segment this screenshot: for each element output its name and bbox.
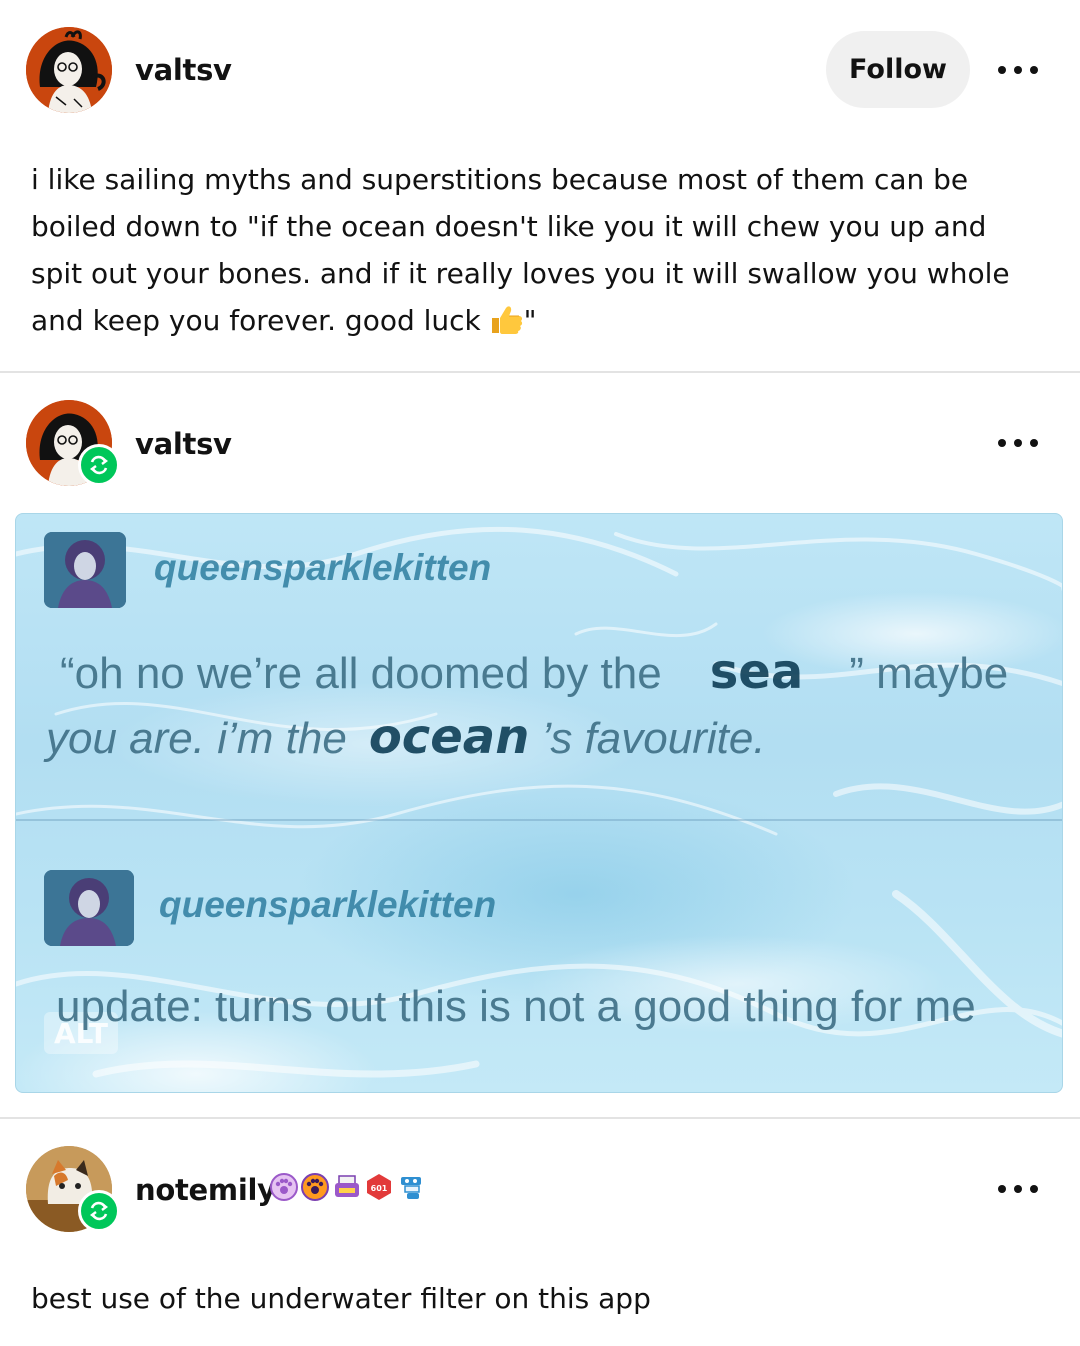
comment-author-name[interactable]: notemily	[135, 1173, 276, 1207]
entry-divider	[16, 819, 1062, 821]
entry-text-update: update: turns out this is not a good thi…	[56, 982, 976, 1031]
post-body-end-quote: "	[523, 304, 537, 337]
entry-text-line-1: “oh no we’re all doomed by the sea ” maybe	[60, 644, 1008, 700]
entry-text-segment: “oh no we’re all doomed by the	[60, 649, 662, 698]
entry-avatar-queensparklekitten	[44, 870, 134, 946]
entry-text-segment: ’s favourite.	[541, 714, 766, 763]
reblog-image[interactable]: queensparklekitten “oh no we’re all doom…	[15, 513, 1063, 1093]
entry-username: queensparklekitten	[154, 547, 492, 588]
entry-highlight-sea: sea	[709, 644, 804, 700]
entry-text-line-2: you are. i’m the ocean’s favourite.	[46, 709, 766, 765]
typewriter-badge-icon[interactable]	[333, 1173, 361, 1201]
post-divider	[0, 371, 1080, 373]
post-author-name[interactable]: valtsv	[135, 53, 232, 87]
reblog-divider	[0, 1117, 1080, 1119]
reblog-badge-icon	[78, 444, 120, 486]
avatar-illustration	[26, 27, 112, 113]
reblog-more-options-icon[interactable]	[998, 433, 1038, 453]
robot-badge-icon[interactable]	[397, 1173, 425, 1201]
comment-body: best use of the underwater filter on thi…	[31, 1282, 651, 1315]
hex-601-badge-icon[interactable]: 601	[365, 1173, 393, 1201]
reblog-badge-icon	[78, 1190, 120, 1232]
follow-button[interactable]: Follow	[826, 31, 970, 108]
entry-username: queensparklekitten	[159, 884, 497, 925]
post-more-options-icon[interactable]	[998, 60, 1038, 80]
entry-text-segment: ” maybe	[849, 649, 1009, 698]
comment-more-options-icon[interactable]	[998, 1179, 1038, 1199]
post-body: i like sailing myths and superstitions b…	[31, 156, 1041, 344]
svg-text:601: 601	[371, 1184, 388, 1193]
entry-text-segment: you are. i’m the	[46, 714, 347, 763]
paw-badge-icon[interactable]	[270, 1173, 298, 1201]
entry-avatar-queensparklekitten	[44, 532, 126, 608]
thumbs-up-icon	[490, 301, 524, 334]
reblog-author-name[interactable]: valtsv	[135, 427, 232, 461]
entry-highlight-ocean: ocean	[368, 709, 530, 765]
avatar-valtsv[interactable]	[26, 27, 112, 113]
paw-orange-badge-icon[interactable]	[301, 1173, 329, 1201]
